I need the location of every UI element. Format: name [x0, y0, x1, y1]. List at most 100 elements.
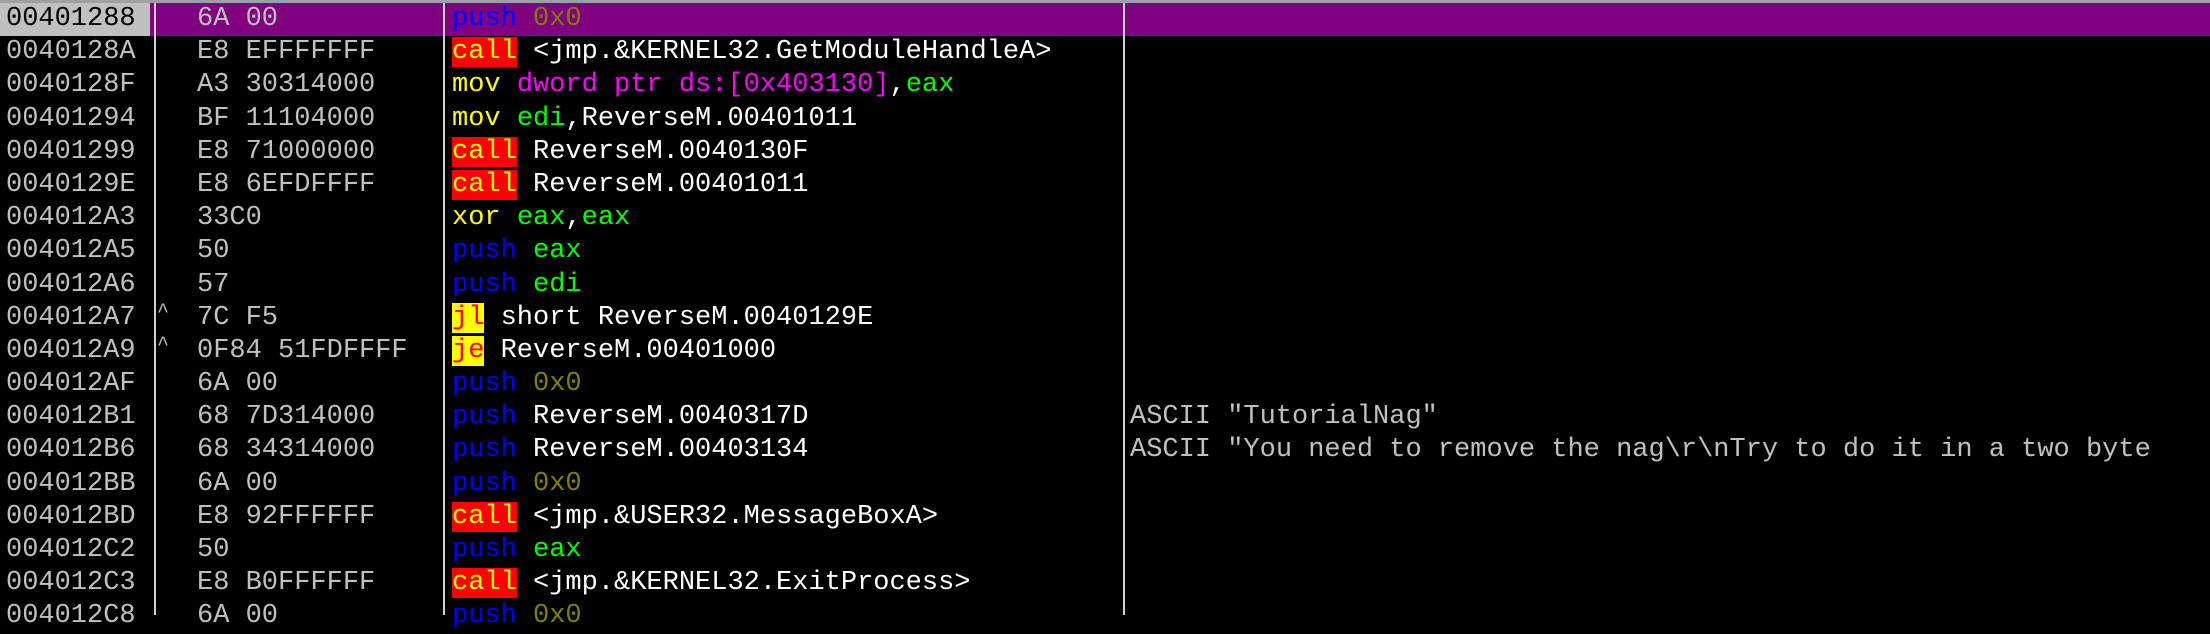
address-cell: 004012A6: [6, 269, 136, 300]
address-cell: 00401294: [6, 103, 136, 134]
hex-bytes-cell: E8 EFFFFFFF: [197, 37, 376, 68]
disassembly-cell: push eax: [452, 235, 1122, 268]
instruction-row[interactable]: 004012A6 57 push edi: [0, 269, 2210, 302]
jump-arrow-icon: [157, 567, 187, 600]
hex-bytes-cell: 50: [197, 535, 230, 565]
token-imm: 0x0: [533, 4, 582, 34]
disassembly-cell: call <jmp.&USER32.MessageBoxA>: [452, 501, 1122, 534]
token-push: push: [452, 601, 517, 632]
token-txt: ReverseM.00401011: [516, 169, 809, 200]
instruction-row[interactable]: 004012A7 ^ 7C F5 jl short ReverseM.0040129E: [0, 302, 2210, 335]
token-jmp: je: [452, 335, 485, 366]
token-txt: short ReverseM.0040129E: [484, 302, 874, 333]
token-reg: eax: [516, 203, 566, 234]
token-imm: 0x0: [533, 369, 582, 400]
hex-bytes-cell: 6A 00: [197, 468, 279, 499]
comment-cell: [1130, 534, 2210, 567]
token-txt: <jmp.&USER32.MessageBoxA>: [516, 501, 939, 532]
address-cell: 004012A5: [6, 236, 136, 267]
comment-cell: [1130, 269, 2210, 302]
address-cell: 004012C3: [6, 568, 136, 599]
comment-cell: [1130, 468, 2210, 501]
instruction-row[interactable]: 0040128F A3 30314000 mov dword ptr ds:[0x4…: [0, 69, 2210, 102]
token-sep: [517, 369, 533, 399]
token-reg: edi: [516, 103, 566, 134]
token-sep: [517, 270, 533, 300]
hex-bytes-cell: 7C F5: [197, 302, 279, 333]
hex-bytes-cell: 6A 00: [197, 601, 279, 632]
hex-bytes-cell: 33C0: [197, 203, 262, 234]
token-reg: eax: [533, 535, 582, 565]
address-cell: 00401299: [6, 136, 136, 167]
token-mem: dword ptr ds:[0x403130]: [516, 70, 890, 101]
token-push: push: [452, 535, 517, 565]
token-sep: ,: [565, 203, 582, 234]
instruction-row[interactable]: 00401288 6A 00 push 0x0: [0, 3, 2210, 37]
token-reg: eax: [581, 203, 631, 234]
token-mov: mov: [452, 70, 501, 101]
jump-arrow-icon: [157, 600, 187, 633]
instruction-row[interactable]: 004012A9 ^ 0F84 51FDFFFF je ReverseM.004010…: [0, 335, 2210, 368]
disassembly-cell: mov edi,ReverseM.00401011: [452, 103, 1122, 136]
comment-cell: [1130, 169, 2210, 202]
instruction-row[interactable]: 00401299 E8 71000000 call ReverseM.0040130…: [0, 136, 2210, 169]
comment-cell: [1130, 302, 2210, 335]
token-push: push: [452, 402, 517, 433]
token-sep: ,: [889, 70, 906, 101]
instruction-row[interactable]: 004012C2 50 push eax: [0, 534, 2210, 567]
instruction-row[interactable]: 00401294 BF 11104000 mov edi,ReverseM.0040…: [0, 103, 2210, 136]
instruction-row[interactable]: 004012A3 33C0 xor eax,eax: [0, 202, 2210, 235]
column-divider-bytes[interactable]: [443, 3, 445, 615]
instruction-row[interactable]: 004012C8 6A 00 push 0x0: [0, 600, 2210, 633]
token-txt: <jmp.&KERNEL32.GetModuleHandleA>: [516, 37, 1052, 68]
jump-arrow-icon: [157, 501, 187, 534]
instruction-row[interactable]: 004012AF 6A 00 push 0x0: [0, 368, 2210, 401]
jump-arrow-icon: [157, 69, 187, 102]
instruction-row[interactable]: 004012BD E8 92FFFFFF call <jmp.&USER32.Mes…: [0, 501, 2210, 534]
instruction-row[interactable]: 004012A5 50 push eax: [0, 235, 2210, 268]
comment-cell: [1130, 36, 2210, 69]
token-push: push: [452, 435, 517, 466]
instruction-row[interactable]: 004012B1 68 7D314000 push ReverseM.0040317…: [0, 401, 2210, 434]
instruction-row[interactable]: 004012C3 E8 B0FFFFFF call <jmp.&KERNEL32.E…: [0, 567, 2210, 600]
disassembly-cell: push 0x0: [452, 368, 1122, 401]
instruction-row[interactable]: 0040128A E8 EFFFFFFF call <jmp.&KERNEL32.G…: [0, 36, 2210, 69]
instruction-row[interactable]: 0040129E E8 6EFDFFFF call ReverseM.0040101…: [0, 169, 2210, 202]
jump-arrow-icon: [157, 169, 187, 202]
comment-cell: ASCII "TutorialNag": [1130, 402, 1438, 433]
address-cell: 0040128F: [6, 70, 136, 101]
token-push: push: [452, 369, 517, 400]
comment-cell: [1130, 202, 2210, 235]
token-reg: eax: [905, 70, 955, 101]
jump-arrow-icon: [157, 269, 187, 302]
token-txt: ReverseM.00401000: [484, 335, 777, 366]
jump-arrow-icon: [157, 468, 187, 501]
comment-cell: [1130, 501, 2210, 534]
disassembly-cell: jl short ReverseM.0040129E: [452, 302, 1122, 335]
token-push: push: [452, 269, 517, 300]
address-cell: 004012B1: [6, 402, 136, 433]
address-cell: 004012C8: [6, 601, 136, 632]
column-divider-disassembly[interactable]: [1123, 3, 1125, 615]
jump-arrow-icon: [157, 368, 187, 401]
address-cell: 004012A9: [6, 335, 136, 366]
disassembly-cell: je ReverseM.00401000: [452, 335, 1122, 368]
token-sep: [501, 70, 517, 100]
token-reg: edi: [533, 269, 582, 300]
token-mov: xor: [452, 203, 501, 234]
hex-bytes-cell: 68 7D314000: [197, 402, 376, 433]
hex-bytes-cell: BF 11104000: [197, 103, 376, 134]
instruction-row[interactable]: 004012B6 68 34314000 push ReverseM.0040313…: [0, 434, 2210, 467]
token-mov: mov: [452, 103, 501, 134]
token-jmp: jl: [452, 302, 485, 333]
instruction-row[interactable]: 004012BB 6A 00 push 0x0: [0, 468, 2210, 501]
jump-arrow-icon: [157, 235, 187, 268]
comment-cell: [1130, 69, 2210, 102]
address-cell: 004012BD: [6, 501, 136, 532]
jump-arrow-icon: [157, 3, 187, 36]
disassembly-cell: xor eax,eax: [452, 202, 1122, 235]
disassembly-view[interactable]: 00401288 6A 00 push 0x0 0040128A E8 EFFFFFFF…: [0, 3, 2210, 634]
column-divider-address[interactable]: [154, 3, 156, 615]
hex-bytes-cell: 50: [197, 236, 230, 267]
comment-cell: [1130, 368, 2210, 401]
